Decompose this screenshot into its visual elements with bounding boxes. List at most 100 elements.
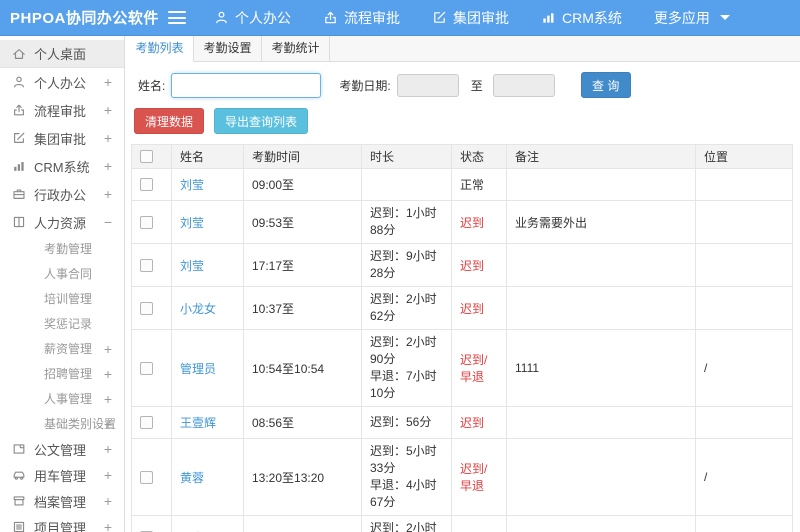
table-row: 管理员 10:54至10:54 迟到：2小时90分 早退：7小时10分 迟到/早退 111… [131,329,793,407]
sidebar-item-label: 个人桌面 [34,47,87,62]
sidebar-item-档案管理[interactable]: 档案管理 + [0,488,124,514]
main-content: 考勤列表 考勤设置 考勤统计 姓名: 考勤日期: 至 查 询 清理数据 导出查询… [126,36,800,532]
duration: 迟到：2小时03分 [361,515,452,532]
query-button[interactable]: 查 询 [580,72,631,98]
employee-name-link[interactable]: 管理员 [180,362,216,376]
date-from-input[interactable] [396,73,459,97]
expand-plus-icon[interactable]: + [104,467,112,483]
attendance-time: 08:56至 [243,406,362,439]
sidebar-item-label: 奖惩记录 [44,317,93,331]
row-checkbox[interactable] [140,215,153,229]
sidebar-item-个人桌面[interactable]: 个人桌面 [0,40,124,68]
date-to-input[interactable] [492,73,555,97]
expand-plus-icon[interactable]: + [104,102,112,118]
topbar: PHPOA协同办公软件 个人办公 流程审批 集团审批 CRM系统 更多应用 [0,0,800,36]
sidebar-item-人事管理[interactable]: 人事管理 + [0,386,124,411]
expand-plus-icon[interactable]: + [104,158,112,174]
expand-plus-icon[interactable]: + [104,341,112,357]
sidebar-item-奖惩记录[interactable]: 奖惩记录 [0,311,124,336]
topnav-personal-office[interactable]: 个人办公 [214,8,291,28]
sidebar-item-label: 项目管理 [34,520,87,532]
duration: 迟到：56分 [361,406,452,439]
expand-plus-icon[interactable]: + [104,416,112,432]
sidebar-item-人事合同[interactable]: 人事合同 [0,261,124,286]
row-checkbox[interactable] [140,361,153,375]
employee-name-link[interactable]: 黄蓉 [180,471,204,485]
name-input[interactable] [171,72,322,98]
sidebar-item-人力资源[interactable]: 人力资源 − [0,208,124,236]
employee-name-link[interactable]: 王壹辉 [180,416,216,430]
table-row: 刘莹 17:17至 迟到：9小时28分 迟到 [131,243,793,287]
sidebar-item-label: 人事管理 [44,392,93,406]
topnav-workflow-approval[interactable]: 流程审批 [323,8,400,28]
status-badge: 迟到/早退 [460,462,488,493]
location [695,243,793,287]
tab-attendance-statistics[interactable]: 考勤统计 [262,36,330,61]
col-header-duration: 时长 [361,144,452,169]
expand-plus-icon[interactable]: + [104,391,112,407]
duration: 迟到：1小时88分 [361,200,452,244]
col-header-location: 位置 [695,144,793,169]
table-row: 王壹辉10:02至迟到：2小时03分迟到 [131,515,793,532]
topnav-label: CRM系统 [562,9,622,26]
clear-data-button[interactable]: 清理数据 [134,108,205,134]
menu-toggle-icon[interactable] [168,11,186,24]
car-icon [12,468,26,482]
status-badge: 迟到 [460,416,485,430]
location [695,168,793,201]
expand-plus-icon[interactable]: + [104,186,112,202]
note [506,168,696,201]
tab-attendance-list[interactable]: 考勤列表 [126,36,194,62]
topnav-label: 集团审批 [453,9,509,26]
sidebar-item-CRM系统[interactable]: CRM系统 + [0,152,124,180]
employee-name-link[interactable]: 刘莹 [180,259,204,273]
sidebar-item-公文管理[interactable]: 公文管理 + [0,436,124,462]
row-checkbox[interactable] [140,470,153,484]
employee-name-link[interactable]: 刘莹 [180,178,204,192]
sidebar: 个人桌面 个人办公 + 流程审批 + 集团审批 + CRM系统 + 行政办公 + 人力资源 − 考勤管理人… [0,36,125,532]
row-checkbox[interactable] [140,258,153,272]
topnav-label: 个人办公 [235,9,291,26]
expand-plus-icon[interactable]: + [104,366,112,382]
sidebar-item-基础类别设置[interactable]: 基础类别设置 + [0,411,124,436]
location [695,286,793,330]
attendance-time: 13:20至13:20 [243,438,362,516]
topnav-group-approval[interactable]: 集团审批 [432,8,509,28]
export-list-button[interactable]: 导出查询列表 [214,108,309,134]
sidebar-item-薪资管理[interactable]: 薪资管理 + [0,336,124,361]
select-all-checkbox[interactable] [140,150,153,163]
employee-name-link[interactable]: 小龙女 [180,302,216,316]
topnav-more-apps[interactable]: 更多应用 [654,8,730,28]
employee-name-link[interactable]: 刘莹 [180,216,204,230]
user-icon [12,75,26,89]
sidebar-item-个人办公[interactable]: 个人办公 + [0,68,124,96]
filter-bar: 姓名: 考勤日期: 至 查 询 [126,62,800,106]
sidebar-item-考勤管理[interactable]: 考勤管理 [0,236,124,261]
sidebar-item-行政办公[interactable]: 行政办公 + [0,180,124,208]
sidebar-item-招聘管理[interactable]: 招聘管理 + [0,361,124,386]
sidebar-item-培训管理[interactable]: 培训管理 [0,286,124,311]
note [506,438,696,516]
sidebar-item-集团审批[interactable]: 集团审批 + [0,124,124,152]
col-header-note: 备注 [506,144,696,169]
expand-plus-icon[interactable]: + [104,519,112,532]
expand-plus-icon[interactable]: + [104,74,112,90]
location [695,515,793,532]
topnav-crm[interactable]: CRM系统 [541,8,622,28]
attendance-time: 10:02至 [243,515,362,532]
sidebar-item-用车管理[interactable]: 用车管理 + [0,462,124,488]
row-checkbox[interactable] [140,301,153,315]
expand-plus-icon[interactable]: + [104,493,112,509]
attendance-table: 姓名 考勤时间 时长 状态 备注 位置 刘莹 09:00至 正常 刘莹 09:53至 迟到… [131,144,793,532]
col-header-time: 考勤时间 [243,144,362,169]
sidebar-item-流程审批[interactable]: 流程审批 + [0,96,124,124]
expand-plus-icon[interactable]: + [104,441,112,457]
row-checkbox[interactable] [140,416,153,429]
row-checkbox[interactable] [140,178,153,191]
tab-attendance-settings[interactable]: 考勤设置 [194,36,262,61]
collapse-minus-icon[interactable]: − [104,214,112,230]
expand-plus-icon[interactable]: + [104,130,112,146]
sidebar-item-项目管理[interactable]: 项目管理 + [0,514,124,532]
note [506,243,696,287]
top-navigation: 个人办公 流程审批 集团审批 CRM系统 更多应用 [214,8,762,28]
